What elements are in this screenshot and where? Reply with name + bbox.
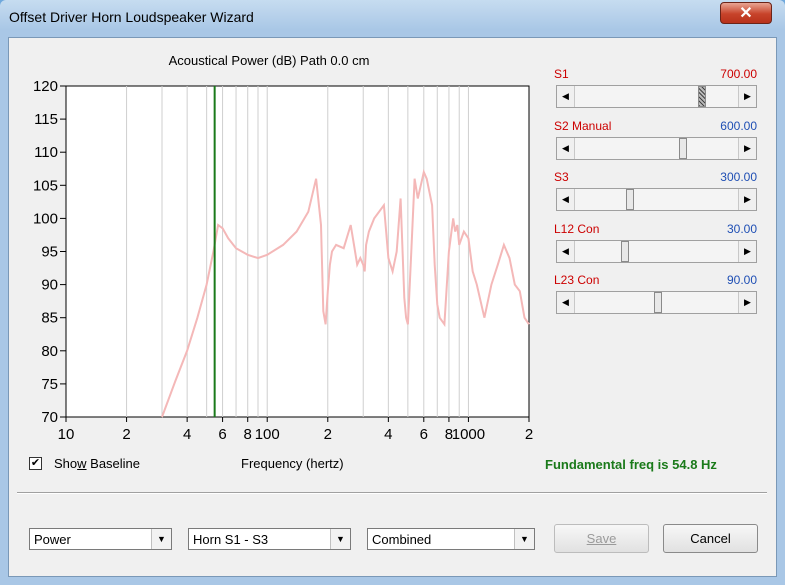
horn-dropdown-value: Horn S1 - S3 <box>193 532 269 547</box>
x-tick-label: 6 <box>218 426 226 443</box>
y-tick-label: 75 <box>41 376 58 393</box>
slider-thumb[interactable] <box>679 138 687 159</box>
show-baseline-checkbox[interactable]: ✔ <box>29 457 42 470</box>
chevron-down-icon[interactable]: ▼ <box>514 529 534 549</box>
y-tick-label: 115 <box>34 111 58 128</box>
x-tick-label: 6 <box>420 426 428 443</box>
scroll-right-icon[interactable]: ▶ <box>738 292 756 313</box>
show-baseline-label-accel: w <box>77 456 87 471</box>
slider-2[interactable]: ◀ ▶ <box>556 188 757 211</box>
mode-dropdown-value: Power <box>34 532 71 547</box>
slider-4[interactable]: ◀ ▶ <box>556 291 757 314</box>
scroll-left-icon[interactable]: ◀ <box>557 241 575 262</box>
y-tick-label: 85 <box>41 310 58 327</box>
x-tick-label: 10 <box>58 426 75 443</box>
y-tick-label: 120 <box>33 78 58 95</box>
acoustic-power-chart: 12011511010510095908580757010 2 4 6 8 100 2 4 6 8… <box>33 78 533 443</box>
show-baseline-label-pre: Sho <box>54 456 78 471</box>
y-tick-label: 110 <box>34 144 58 161</box>
slider-label: L23 Con <box>554 273 600 287</box>
y-tick-label: 90 <box>41 277 58 294</box>
x-axis-label: Frequency (hertz) <box>241 456 344 471</box>
slider-label: S1 <box>554 67 569 81</box>
dialog-client: Acoustical Power (dB) Path 0.0 cm 120 115… <box>8 37 777 577</box>
close-button[interactable]: ✕ <box>720 2 772 24</box>
chevron-down-icon[interactable]: ▼ <box>330 529 350 549</box>
y-tick-label: 105 <box>33 177 58 194</box>
scroll-right-icon[interactable]: ▶ <box>738 189 756 210</box>
chart-title: Acoustical Power (dB) Path 0.0 cm <box>168 53 370 68</box>
x-tick-label: 1000 <box>452 426 485 443</box>
x-tick-label: 8 <box>244 426 252 443</box>
slider-thumb[interactable] <box>621 241 629 262</box>
cancel-button[interactable]: Cancel <box>663 524 758 553</box>
output-dropdown-value: Combined <box>372 532 432 547</box>
scroll-left-icon[interactable]: ◀ <box>557 138 575 159</box>
slider-1[interactable]: ◀ ▶ <box>556 137 757 160</box>
scroll-right-icon[interactable]: ▶ <box>738 86 756 107</box>
window-title: Offset Driver Horn Loudspeaker Wizard <box>9 9 254 25</box>
slider-thumb[interactable] <box>698 86 706 107</box>
y-tick-label: 70 <box>41 409 58 426</box>
slider-3[interactable]: ◀ ▶ <box>556 240 757 263</box>
chevron-down-icon[interactable]: ▼ <box>151 529 171 549</box>
separator <box>17 492 767 494</box>
y-tick-label: 95 <box>41 244 58 261</box>
x-tick-label: 4 <box>183 426 191 443</box>
y-tick-label: 80 <box>41 343 58 360</box>
slider-label: S3 <box>554 170 569 184</box>
slider-value: 30.00 <box>726 222 757 236</box>
output-dropdown[interactable]: Combined ▼ <box>367 528 535 550</box>
slider-thumb[interactable] <box>654 292 662 313</box>
scroll-left-icon[interactable]: ◀ <box>557 292 575 313</box>
slider-0[interactable]: ◀ ▶ <box>556 85 757 108</box>
x-tick-label: 100 <box>255 426 280 443</box>
scroll-left-icon[interactable]: ◀ <box>557 189 575 210</box>
slider-value: 90.00 <box>726 273 757 287</box>
fundamental-freq-status: Fundamental freq is 54.8 Hz <box>545 457 717 472</box>
horn-dropdown[interactable]: Horn S1 - S3 ▼ <box>188 528 351 550</box>
slider-label: S2 Manual <box>554 119 612 133</box>
slider-value: 300.00 <box>720 170 757 184</box>
scroll-right-icon[interactable]: ▶ <box>738 241 756 262</box>
title-bar: Offset Driver Horn Loudspeaker Wizard ✕ <box>0 0 785 34</box>
show-baseline-label[interactable]: Show Baseline <box>54 456 140 471</box>
scroll-left-icon[interactable]: ◀ <box>557 86 575 107</box>
scroll-right-icon[interactable]: ▶ <box>738 138 756 159</box>
x-tick-label: 2 <box>525 426 533 443</box>
slider-value: 700.00 <box>720 67 757 81</box>
x-tick-label: 2 <box>324 426 332 443</box>
slider-value: 600.00 <box>720 119 757 133</box>
x-tick-label: 4 <box>384 426 392 443</box>
show-baseline-label-post: Baseline <box>86 456 141 471</box>
mode-dropdown[interactable]: Power ▼ <box>29 528 172 550</box>
wizard-window: Offset Driver Horn Loudspeaker Wizard ✕ … <box>0 0 785 585</box>
slider-thumb[interactable] <box>626 189 634 210</box>
save-button[interactable]: Save <box>554 524 649 553</box>
slider-label: L12 Con <box>554 222 600 236</box>
y-tick-label: 100 <box>33 210 58 227</box>
x-tick-label: 2 <box>122 426 130 443</box>
